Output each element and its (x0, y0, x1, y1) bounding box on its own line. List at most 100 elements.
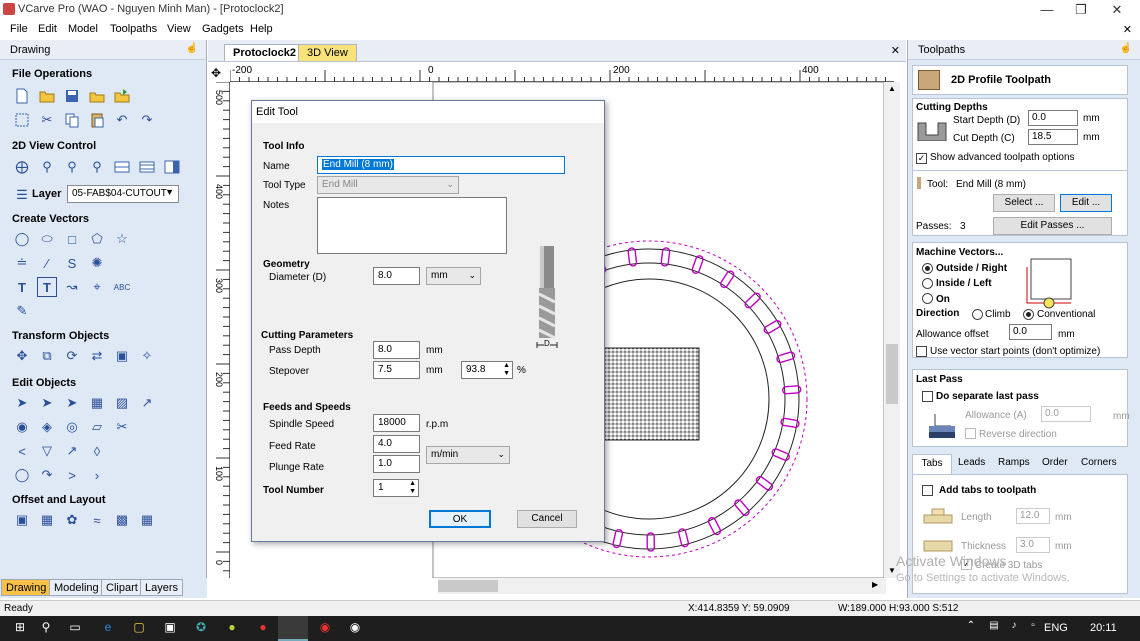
polygon-icon[interactable]: ⬠ (87, 229, 107, 249)
draw-freehand-icon[interactable]: ✎ (12, 301, 32, 321)
ungroup-icon[interactable]: ▨ (112, 393, 132, 413)
add-tabs-checkbox[interactable] (922, 485, 933, 496)
app-icon-2[interactable]: ● (223, 620, 241, 636)
pin-icon[interactable]: ☝ (1120, 43, 1132, 54)
volume-icon[interactable]: ♪ (1005, 620, 1023, 636)
stepover-input[interactable]: 7.5 (373, 361, 420, 379)
nesting-icon[interactable]: ▩ (112, 510, 132, 530)
import-bitmap-icon[interactable] (112, 86, 132, 106)
move-icon[interactable]: ✥ (12, 346, 32, 366)
ruler-origin-icon[interactable]: ✥ (211, 66, 221, 80)
tab-layers[interactable]: Layers (140, 579, 184, 596)
rate-units-select[interactable]: m/min ⌄ (426, 446, 510, 464)
climb-radio[interactable] (972, 309, 983, 320)
horizontal-scrollbar[interactable]: ▶ (438, 578, 886, 594)
rotate-icon[interactable]: ⟳ (62, 346, 82, 366)
undo-icon[interactable]: ↶ (112, 110, 132, 130)
tab-protoclock2[interactable]: Protoclock2 (224, 44, 305, 61)
clock[interactable]: 20:11 (1090, 622, 1117, 634)
name-input[interactable]: End Mill (8 mm) (317, 156, 565, 174)
zoom-icon[interactable]: ⚲ (37, 157, 57, 177)
curve-fit-icon[interactable]: ↗ (62, 441, 82, 461)
search-icon[interactable]: ⚲ (37, 620, 55, 636)
tray-chevron-icon[interactable]: ⌃ (962, 620, 980, 636)
job-setup-icon[interactable] (12, 110, 32, 130)
separate-last-pass-checkbox[interactable] (922, 391, 933, 402)
mirror-icon[interactable]: ⇄ (87, 346, 107, 366)
interactive-trim-icon[interactable]: ➤ (62, 393, 82, 413)
language-indicator[interactable]: ENG (1044, 622, 1068, 634)
minimize-icon[interactable]: — (1030, 0, 1064, 20)
array-copy-icon[interactable]: ▦ (37, 510, 57, 530)
rectangle-icon[interactable]: □ (62, 229, 82, 249)
redo-icon[interactable]: ↷ (137, 110, 157, 130)
subtract-icon[interactable]: ◈ (37, 417, 57, 437)
stepover-percent-input[interactable]: 93.8 ▲ ▼ (461, 361, 513, 379)
show-advanced-checkbox[interactable]: ✓ (916, 153, 927, 164)
tab-order[interactable]: Order (1042, 457, 1068, 468)
cancel-button[interactable]: Cancel (517, 510, 577, 528)
node-edit-icon[interactable]: ➤ (37, 393, 57, 413)
notification-icon[interactable]: ▫ (1024, 620, 1042, 636)
measure-icon[interactable]: ↗ (137, 393, 157, 413)
auto-layout-icon[interactable]: ▦ (137, 510, 157, 530)
outside-right-radio[interactable] (922, 263, 933, 274)
allowance-offset-input[interactable]: 0.0 (1009, 324, 1052, 340)
windows-start-icon[interactable]: ⊞ (11, 620, 29, 636)
auto-layout-text-icon[interactable]: ABC (112, 277, 132, 297)
scroll-down-icon[interactable]: ▼ (888, 566, 896, 575)
plunge-rate-input[interactable]: 1.0 (373, 455, 420, 473)
copy-along-curve-icon[interactable]: ≈ (87, 510, 107, 530)
app-icon-5[interactable]: ◉ (346, 620, 364, 636)
allowance-a-input[interactable]: 0.0 (1041, 406, 1091, 422)
network-icon[interactable]: ▤ (985, 620, 1003, 636)
edit-tool-button[interactable]: Edit ... (1060, 194, 1112, 212)
distort-icon[interactable]: ✧ (137, 346, 157, 366)
ellipse-icon[interactable]: ⬭ (37, 229, 57, 249)
app-icon-4[interactable]: ◉ (316, 620, 334, 636)
text-arc-icon[interactable]: ⌖ (87, 277, 107, 297)
fillet-icon[interactable]: ▱ (87, 417, 107, 437)
corner-dogbone-icon[interactable]: > (62, 465, 82, 485)
menu-edit[interactable]: Edit (38, 23, 57, 35)
offset-icon[interactable]: ▣ (12, 510, 32, 530)
circular-copy-icon[interactable]: ✿ (62, 510, 82, 530)
menu-help[interactable]: Help (250, 23, 273, 35)
new-file-icon[interactable] (12, 86, 32, 106)
tool-number-input[interactable]: 1 ▲ ▼ (373, 479, 419, 497)
vertical-scroll-thumb[interactable] (886, 344, 898, 404)
tab-drawing[interactable]: Drawing (1, 579, 52, 596)
tab-clipart[interactable]: Clipart (101, 579, 143, 596)
horizontal-scroll-thumb[interactable] (438, 580, 498, 592)
join-open-icon[interactable]: < (12, 441, 32, 461)
menu-view[interactable]: View (167, 23, 191, 35)
snap-grid-icon[interactable] (112, 157, 132, 177)
align-icon[interactable]: ▣ (112, 346, 132, 366)
copy-icon[interactable] (62, 110, 82, 130)
app-icon-3[interactable]: ● (254, 620, 272, 636)
tab-modeling[interactable]: Modeling (49, 579, 104, 596)
tab-corners[interactable]: Corners (1081, 457, 1117, 468)
select-arrow-icon[interactable]: ➤ (12, 393, 32, 413)
zoom-extents-icon[interactable]: ⨁ (12, 157, 32, 177)
circle-icon[interactable]: ◯ (12, 229, 32, 249)
flip-curve-icon[interactable]: ↷ (37, 465, 57, 485)
notes-textarea[interactable] (317, 197, 507, 254)
spindle-speed-input[interactable]: 18000 (373, 414, 420, 432)
tab-tabs[interactable]: Tabs (912, 454, 952, 474)
speaker-grid[interactable] (602, 347, 700, 441)
extend-icon[interactable]: ◊ (87, 441, 107, 461)
tab-3d-view[interactable]: 3D View (298, 44, 357, 61)
text-box-icon[interactable]: T (37, 277, 57, 297)
menu-close-icon[interactable]: ✕ (1123, 23, 1132, 36)
inside-left-radio[interactable] (922, 278, 933, 289)
start-depth-input[interactable]: 0.0 (1028, 110, 1078, 126)
scroll-right-icon[interactable]: ▶ (872, 580, 878, 589)
open-file-icon[interactable] (37, 86, 57, 106)
view-layout-icon[interactable] (137, 157, 157, 177)
app-icon-1[interactable]: ✪ (192, 620, 210, 636)
text-icon[interactable]: T (12, 277, 32, 297)
trace-bitmap-icon[interactable]: ✺ (87, 253, 107, 273)
spiral-icon[interactable]: S (62, 253, 82, 273)
pin-icon[interactable]: ☝ (186, 43, 198, 54)
